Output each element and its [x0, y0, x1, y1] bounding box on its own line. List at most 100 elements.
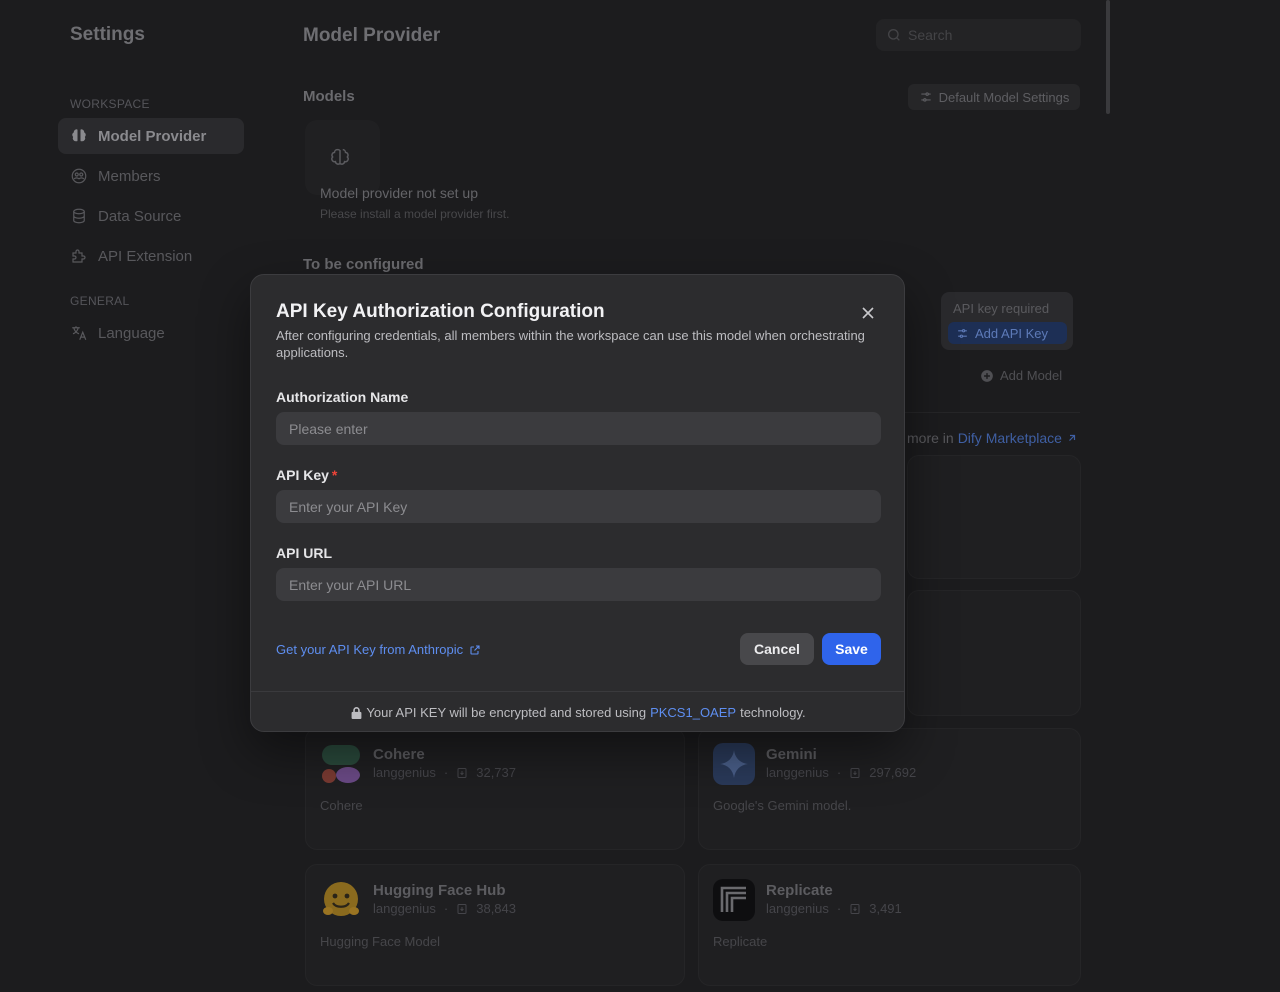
provider-meta: langgenius · 38,843	[373, 901, 516, 916]
plus-circle-icon	[981, 369, 993, 382]
meta-separator: ·	[443, 765, 449, 780]
sliders-icon	[920, 92, 931, 102]
sidebar-item-members[interactable]: Members	[58, 158, 244, 194]
database-icon	[73, 208, 85, 224]
provider-installs: 32,737	[476, 765, 516, 780]
provider-installs: 297,692	[869, 765, 917, 780]
default-model-settings-label: Default Model Settings	[938, 89, 1070, 105]
sidebar-item-api-extension[interactable]: API Extension	[58, 238, 244, 274]
auth-name-label: Authorization Name	[276, 389, 409, 405]
provider-name: Hugging Face Hub	[373, 882, 506, 899]
provider-installs: 3,491	[869, 901, 902, 916]
get-api-key-link[interactable]: Get your API Key from Anthropic	[276, 642, 481, 657]
add-api-key-label: Add API Key	[975, 325, 1048, 341]
lock-icon	[351, 706, 362, 719]
provider-name: Gemini	[766, 746, 817, 763]
api-key-required-label: API key required	[953, 301, 1050, 316]
sidebar-item-label: Members	[98, 167, 161, 185]
encryption-prefix: Your API KEY will be encrypted and store…	[366, 705, 647, 720]
add-model-label: Add Model	[1000, 368, 1063, 383]
provider-name: Replicate	[766, 882, 833, 899]
install-icon	[457, 903, 467, 914]
workspace-section-label: WORKSPACE	[70, 97, 150, 111]
provider-card-replicate[interactable]	[698, 864, 1081, 986]
provider-card-gemini[interactable]	[698, 728, 1081, 850]
save-button[interactable]: Save	[822, 633, 881, 665]
encryption-notice: Your API KEY will be encrypted and store…	[251, 691, 904, 731]
provider-author: langgenius	[373, 765, 436, 780]
pkcs-link[interactable]: PKCS1_OAEP	[650, 705, 736, 720]
sidebar-item-data-source[interactable]: Data Source	[58, 198, 244, 234]
api-key-input[interactable]	[276, 490, 881, 523]
provider-installs: 38,843	[476, 901, 516, 916]
required-mark: *	[331, 467, 338, 483]
sliders-icon	[958, 328, 967, 338]
cohere-logo-icon	[322, 745, 360, 783]
modal-description: After configuring credentials, all membe…	[276, 328, 865, 360]
scrollbar[interactable]	[1106, 0, 1110, 114]
provider-card-cohere[interactable]	[305, 728, 685, 850]
page-title: Model Provider	[303, 25, 441, 46]
divider	[905, 412, 1080, 413]
sidebar-item-label: Data Source	[98, 207, 182, 225]
api-key-label: API Key *	[276, 467, 337, 483]
models-section-title: Models	[303, 88, 355, 105]
provider-description: Cohere	[320, 798, 363, 813]
sidebar-item-label: API Extension	[98, 247, 193, 265]
close-button[interactable]	[858, 303, 878, 323]
meta-separator: ·	[836, 765, 842, 780]
api-key-label-text: API Key	[276, 467, 329, 483]
cancel-button[interactable]: Cancel	[740, 633, 814, 665]
api-key-config-modal: API Key Authorization Configuration Afte…	[250, 274, 905, 732]
hugging-face-logo-icon	[323, 882, 359, 916]
close-icon	[862, 307, 874, 319]
members-icon	[71, 168, 87, 184]
search-icon	[888, 29, 900, 41]
provider-author: langgenius	[766, 765, 829, 780]
install-icon	[850, 903, 860, 914]
add-api-key-button[interactable]: Add API Key	[948, 322, 1067, 344]
get-api-key-link-text: Get your API Key from Anthropic	[276, 642, 464, 657]
meta-separator: ·	[443, 901, 449, 916]
sidebar-title: Settings	[70, 24, 145, 45]
default-model-settings-button[interactable]: Default Model Settings	[908, 84, 1080, 110]
gemini-logo-icon	[713, 743, 755, 785]
api-url-label: API URL	[276, 545, 332, 561]
provider-author: langgenius	[373, 901, 436, 916]
encryption-suffix: technology.	[740, 705, 806, 720]
install-icon	[850, 767, 860, 778]
search-placeholder: Search	[908, 27, 953, 43]
provider-description: Google's Gemini model.	[713, 798, 852, 813]
sidebar-item-label: Model Provider	[98, 127, 207, 145]
marketplace-prefix: more in	[907, 430, 954, 446]
brain-outline-icon	[331, 148, 349, 165]
settings-page: Settings WORKSPACE Model Provider Member…	[0, 0, 1280, 992]
to-be-configured-title: To be configured	[303, 256, 424, 273]
provider-name: Cohere	[373, 746, 425, 763]
install-icon	[457, 767, 467, 778]
marketplace-hint: more in Dify Marketplace	[907, 430, 1078, 446]
api-url-input[interactable]	[276, 568, 881, 601]
provider-card-partial[interactable]	[907, 455, 1081, 579]
provider-card-partial[interactable]	[907, 590, 1081, 716]
sidebar-item-language[interactable]: Language	[58, 315, 244, 351]
empty-state-subtitle: Please install a model provider first.	[320, 207, 510, 221]
search-input[interactable]: Search	[876, 19, 1081, 51]
general-section-label: GENERAL	[70, 294, 130, 308]
brain-icon	[72, 129, 86, 142]
sidebar-item-model-provider[interactable]: Model Provider	[58, 118, 244, 154]
provider-meta: langgenius · 32,737	[373, 765, 516, 780]
meta-separator: ·	[836, 901, 842, 916]
sidebar-item-label: Language	[98, 324, 165, 342]
puzzle-icon	[72, 249, 86, 263]
empty-state-title: Model provider not set up	[320, 185, 478, 201]
translate-icon	[72, 326, 87, 340]
dify-marketplace-link[interactable]: Dify Marketplace	[958, 430, 1062, 446]
auth-name-input[interactable]	[276, 412, 881, 445]
add-model-button[interactable]: Add Model	[980, 368, 1062, 383]
provider-description: Hugging Face Model	[320, 934, 440, 949]
provider-author: langgenius	[766, 901, 829, 916]
provider-meta: langgenius · 3,491	[766, 901, 902, 916]
modal-title: API Key Authorization Configuration	[276, 301, 605, 322]
replicate-logo-icon	[713, 879, 755, 921]
